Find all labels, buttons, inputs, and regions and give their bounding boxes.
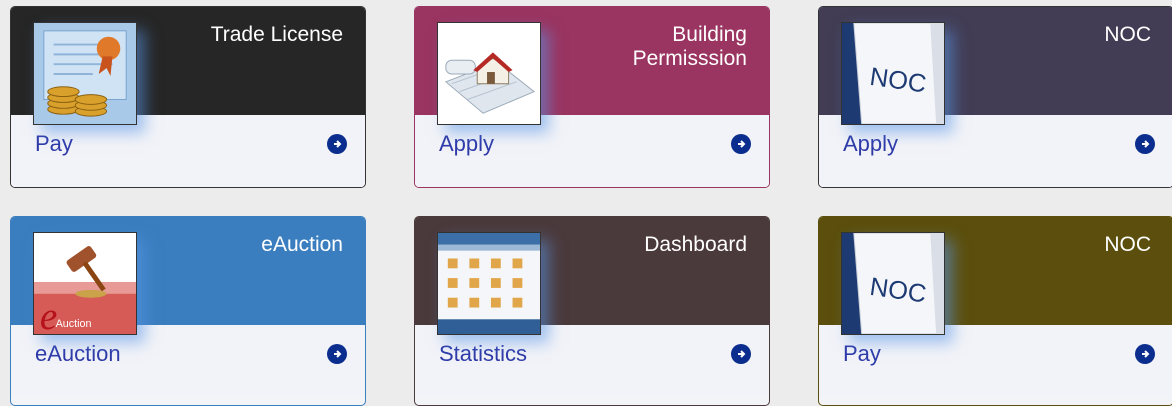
trade-license-icon	[33, 22, 137, 125]
noc-icon: NOC	[841, 22, 945, 125]
arrow-right-circle-icon[interactable]	[731, 344, 751, 364]
building-permission-icon	[437, 22, 541, 125]
tile-eauction[interactable]: eAuction eAuction e Auction	[10, 216, 366, 406]
tile-noc-pay[interactable]: NOC Pay NOC	[818, 216, 1172, 406]
eauction-link[interactable]: eAuction	[35, 341, 121, 367]
tile-title: Trade License	[210, 23, 343, 46]
tile-title: NOC	[1104, 23, 1151, 46]
tile-title: eAuction	[261, 233, 343, 256]
tile-building-permission[interactable]: Building Permisssion Apply	[414, 6, 770, 188]
tile-footer[interactable]: Statistics	[415, 325, 769, 397]
statistics-link[interactable]: Statistics	[439, 341, 527, 367]
pay-link[interactable]: Pay	[35, 131, 73, 157]
tile-footer[interactable]: Pay	[11, 115, 365, 187]
apply-link[interactable]: Apply	[439, 131, 494, 157]
arrow-right-circle-icon[interactable]	[1135, 344, 1155, 364]
tile-footer[interactable]: Apply	[819, 115, 1172, 187]
apply-link[interactable]: Apply	[843, 131, 898, 157]
noc-icon: NOC	[841, 232, 945, 335]
tile-footer[interactable]: Pay	[819, 325, 1172, 397]
tile-noc-apply[interactable]: NOC Apply NOC	[818, 6, 1172, 188]
pay-link[interactable]: Pay	[843, 341, 881, 367]
arrow-right-circle-icon[interactable]	[327, 134, 347, 154]
eauction-icon: e Auction	[33, 232, 137, 335]
arrow-right-circle-icon[interactable]	[731, 134, 751, 154]
tile-footer[interactable]: eAuction	[11, 325, 365, 397]
tile-title: Dashboard	[644, 233, 747, 256]
eauction-thumb-text: Auction	[56, 318, 92, 330]
dashboard-icon	[437, 232, 541, 335]
tile-trade-license[interactable]: Trade License Pay	[10, 6, 366, 188]
arrow-right-circle-icon[interactable]	[327, 344, 347, 364]
tile-title: NOC	[1104, 233, 1151, 256]
tile-dashboard[interactable]: Dashboard Statistics	[414, 216, 770, 406]
tile-footer[interactable]: Apply	[415, 115, 769, 187]
tile-title: Building Permisssion	[632, 23, 747, 70]
arrow-right-circle-icon[interactable]	[1135, 134, 1155, 154]
